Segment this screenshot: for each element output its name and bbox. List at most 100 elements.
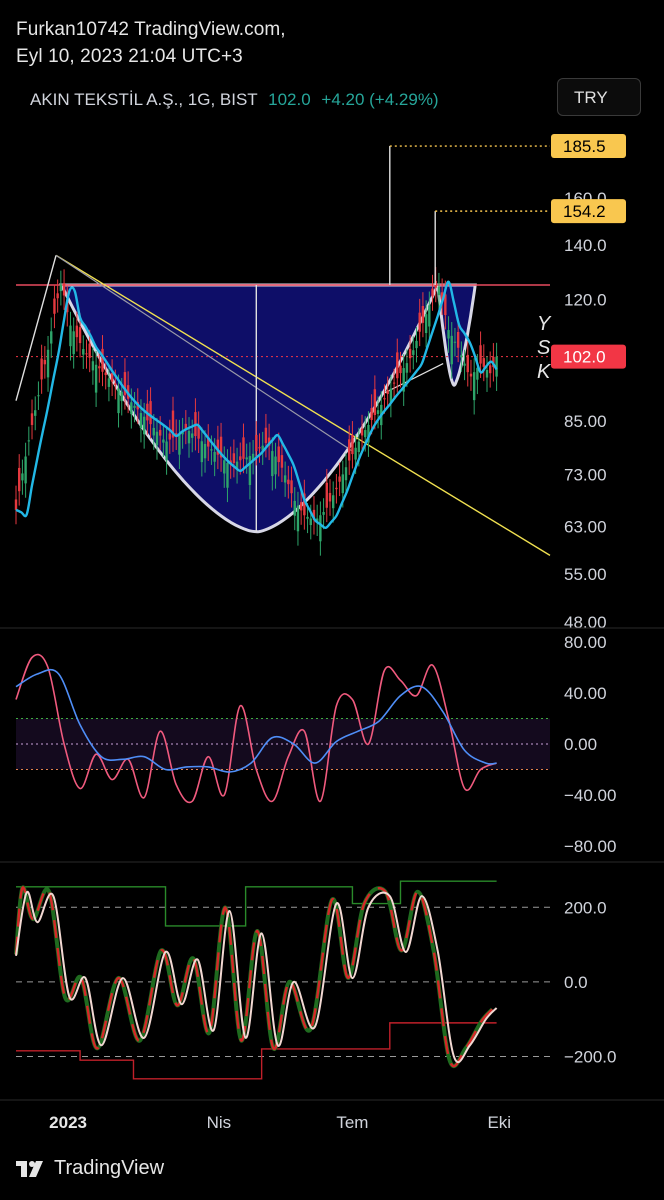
price-axis-tick: 48.00 xyxy=(564,613,607,632)
price-panel[interactable]: 48.0055.0063.0073.0085.00120.0140.0160.0… xyxy=(14,134,626,632)
candle-body xyxy=(239,456,242,461)
candle-body xyxy=(27,440,31,442)
candle-body xyxy=(258,447,261,449)
brand-name: TradingView xyxy=(54,1157,165,1179)
oscillator-1-tick: 40.00 xyxy=(564,684,607,703)
candle-body xyxy=(200,441,204,463)
candle-body xyxy=(21,473,24,481)
candle-body xyxy=(274,456,277,475)
candle-body xyxy=(479,345,482,364)
candle-body xyxy=(290,480,293,494)
candle-body xyxy=(24,456,27,484)
candle-body xyxy=(469,373,473,377)
chart-area[interactable]: 48.0055.0063.0073.0085.00120.0140.0160.0… xyxy=(0,0,664,1200)
candle-body xyxy=(287,479,290,485)
candle-body xyxy=(88,343,91,358)
candle-body xyxy=(101,348,104,372)
candle-body xyxy=(46,349,50,378)
candle-body xyxy=(299,502,303,511)
candle-body xyxy=(152,427,155,436)
candle-body xyxy=(107,378,111,387)
candle-body xyxy=(69,325,72,347)
candle-body xyxy=(178,433,181,455)
candle-body xyxy=(43,359,47,365)
time-axis[interactable]: 2023 Nis Tem Eki xyxy=(0,1099,664,1132)
candle-body xyxy=(162,439,165,443)
candle-body xyxy=(59,284,63,292)
price-axis-tick: 55.00 xyxy=(564,565,607,584)
candle-body xyxy=(348,439,351,461)
oscillator-2-main-series xyxy=(15,891,498,1064)
candle-body xyxy=(232,453,236,464)
candle-body xyxy=(412,350,415,355)
candle-body xyxy=(386,390,389,394)
candle-body xyxy=(357,441,361,453)
candle-body xyxy=(322,512,325,515)
candle-body xyxy=(392,382,396,384)
candle-body xyxy=(85,353,88,355)
candle-body xyxy=(242,437,245,459)
time-axis-label: Nis xyxy=(207,1113,232,1132)
candle-body xyxy=(424,314,428,334)
candle-body xyxy=(280,455,284,468)
time-axis-label: Eki xyxy=(487,1113,511,1132)
candle-body xyxy=(117,388,120,414)
candle-body xyxy=(482,358,485,367)
candle-body xyxy=(34,410,37,416)
candle-body xyxy=(354,447,357,460)
side-letter: K xyxy=(537,361,552,383)
brand: TradingView xyxy=(16,1157,164,1180)
candle-body xyxy=(14,499,18,510)
oscillator-panel-1[interactable]: 80.00 40.00 0.00 −40.00 −80.00 xyxy=(0,627,664,856)
candle-body xyxy=(325,482,328,508)
candle-body xyxy=(463,363,466,366)
candle-body xyxy=(453,341,457,343)
candle-body xyxy=(421,306,425,323)
candle-body xyxy=(139,413,143,429)
candle-body xyxy=(415,340,418,349)
candle-body xyxy=(50,331,53,344)
candle-body xyxy=(91,361,95,371)
candle-body xyxy=(309,518,312,526)
candle-body xyxy=(283,475,287,483)
last-price-label: 102.0 xyxy=(563,348,606,367)
candle-body xyxy=(383,398,386,400)
candle-body xyxy=(255,434,258,452)
candle-body xyxy=(341,474,345,494)
candle-body xyxy=(78,327,82,344)
oscillator-1-tick: 80.00 xyxy=(564,633,607,652)
candle-body xyxy=(296,505,300,532)
candle-body xyxy=(319,515,322,542)
candle-body xyxy=(187,430,191,444)
candle-body xyxy=(62,283,66,296)
time-axis-label: Tem xyxy=(336,1113,368,1132)
candle-body xyxy=(405,363,409,373)
candle-body xyxy=(293,500,296,516)
candle-body xyxy=(431,288,434,297)
price-axis-tick: 140.0 xyxy=(564,236,607,255)
candle-body xyxy=(364,430,367,438)
candle-body xyxy=(460,355,463,358)
candle-body xyxy=(165,441,168,461)
candle-body xyxy=(277,446,280,463)
oscillator-panel-2[interactable]: 200.0 0.0 −200.0 xyxy=(0,861,664,1080)
target-label: 154.2 xyxy=(563,202,606,221)
candle-body xyxy=(203,443,207,459)
candle-body xyxy=(472,372,476,401)
oscillator-1-tick: −80.00 xyxy=(564,837,616,856)
candle-body xyxy=(344,467,348,481)
price-axis-tick: 73.00 xyxy=(564,465,607,484)
candle-body xyxy=(142,416,146,435)
candle-body xyxy=(226,463,229,488)
candle-body xyxy=(82,349,85,355)
lower-step-band xyxy=(16,1022,497,1080)
candle-body xyxy=(466,354,469,373)
rise-trendline xyxy=(15,255,57,401)
candle-body xyxy=(133,405,136,408)
time-axis-label: 2023 xyxy=(49,1113,87,1132)
candle-body xyxy=(370,408,373,420)
candle-body xyxy=(98,366,101,369)
candle-body xyxy=(373,389,377,416)
candle-body xyxy=(120,391,123,402)
candle-body xyxy=(306,516,309,519)
